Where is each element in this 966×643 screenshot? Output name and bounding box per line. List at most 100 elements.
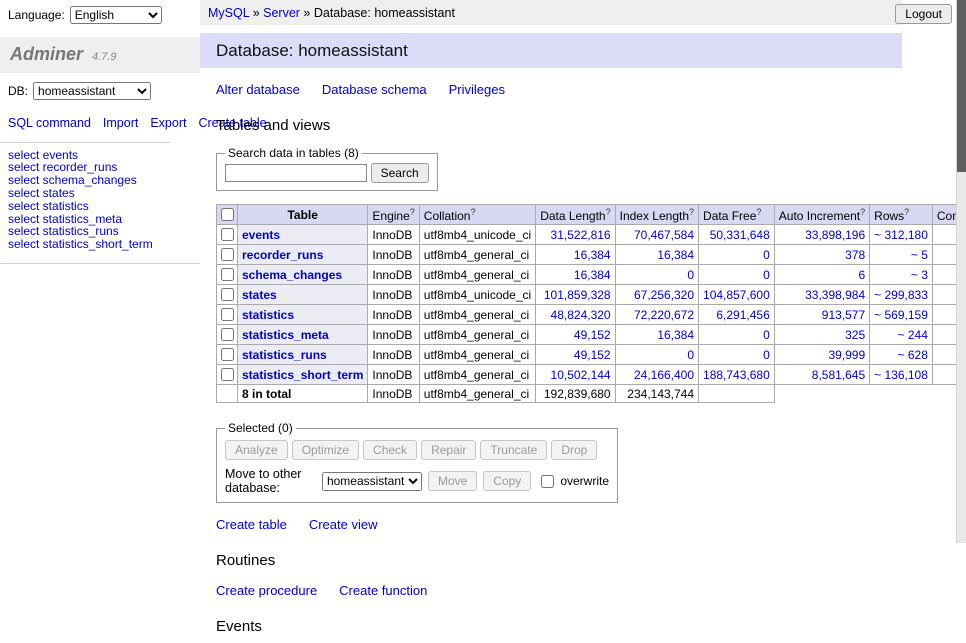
total-collation: utf8mb4_general_ci — [419, 385, 535, 403]
overwrite-checkbox[interactable] — [541, 475, 554, 488]
privileges-link[interactable]: Privileges — [449, 82, 505, 97]
sidebar-links: SQL commandImportExportCreate table — [0, 114, 170, 143]
help-icon[interactable]: ? — [904, 207, 909, 217]
cell-engine: InnoDB — [368, 325, 419, 345]
cell-index-length: 67,256,320 — [615, 285, 698, 305]
total-index-length: 234,143,744 — [615, 385, 698, 403]
search-button[interactable]: Search — [371, 163, 429, 183]
drop-button[interactable]: Drop — [551, 440, 597, 460]
table-row: statistics_metaInnoDButf8mb4_general_ci4… — [217, 325, 966, 345]
move-button[interactable]: Move — [428, 471, 477, 491]
row-check-cell — [217, 365, 238, 385]
cell-auto-increment: 33,398,984 — [774, 285, 869, 305]
table-link-statistics[interactable]: statistics — [242, 308, 294, 322]
row-checkbox-schema-changes[interactable] — [221, 268, 234, 281]
breadcrumb-current: Database: homeassistant — [314, 6, 455, 20]
db-select[interactable]: homeassistant — [33, 82, 151, 100]
row-checkbox-statistics-meta[interactable] — [221, 328, 234, 341]
breadcrumb-link-mysql[interactable]: MySQL — [208, 6, 249, 20]
table-link-statistics-meta[interactable]: statistics_meta — [242, 328, 329, 342]
create-view-link[interactable]: Create view — [309, 517, 378, 532]
tables-heading: Tables and views — [216, 117, 886, 134]
cell-data-length: 16,384 — [536, 245, 615, 265]
row-check-cell — [217, 345, 238, 365]
copy-button[interactable]: Copy — [483, 471, 531, 491]
table-link-states[interactable]: states — [242, 288, 277, 302]
cell-data-free: 188,743,680 — [699, 365, 775, 385]
help-icon[interactable]: ? — [689, 207, 694, 217]
cell-data-free: 0 — [699, 245, 775, 265]
check-button[interactable]: Check — [363, 440, 417, 460]
table-link-statistics-short-term[interactable]: statistics_short_term — [242, 368, 363, 382]
db-row: DB: homeassistant — [0, 73, 200, 110]
logo-name: Adminer — [10, 44, 83, 64]
sidebar-select-statistics-short-term[interactable]: select statistics_short_term — [8, 237, 153, 251]
cell-collation: utf8mb4_general_ci — [419, 265, 535, 285]
cell-rows: ~ 5 — [870, 245, 933, 265]
database-schema-link[interactable]: Database schema — [322, 82, 427, 97]
sidebar-link-export[interactable]: Export — [150, 116, 186, 130]
cell-collation: utf8mb4_unicode_ci — [419, 285, 535, 305]
cell-table-name: schema_changes — [238, 265, 368, 285]
cell-index-length: 16,384 — [615, 245, 698, 265]
breadcrumb: MySQL » Server » Database: homeassistant — [200, 0, 902, 25]
scrollbar-thumb[interactable] — [957, 0, 966, 172]
cell-index-length: 72,220,672 — [615, 305, 698, 325]
cell-rows: ~ 569,159 — [870, 305, 933, 325]
cell-collation: utf8mb4_general_ci — [419, 365, 535, 385]
sidebar-link-import[interactable]: Import — [103, 116, 138, 130]
cell-collation: utf8mb4_general_ci — [419, 245, 535, 265]
cell-rows: ~ 628 — [870, 345, 933, 365]
table-link-schema-changes[interactable]: schema_changes — [242, 268, 342, 282]
cell-auto-increment: 913,577 — [774, 305, 869, 325]
vertical-scrollbar[interactable] — [956, 0, 966, 543]
help-icon[interactable]: ? — [470, 207, 475, 217]
cell-engine: InnoDB — [368, 225, 419, 245]
row-checkbox-statistics-short-term[interactable] — [221, 368, 234, 381]
total-data-length: 192,839,680 — [536, 385, 615, 403]
cell-data-free: 0 — [699, 265, 775, 285]
move-db-select[interactable]: homeassistant — [322, 472, 422, 491]
select-all-checkbox[interactable] — [221, 208, 234, 221]
table-list: select eventsselect recorder_runsselect … — [0, 149, 200, 264]
table-link-events[interactable]: events — [242, 228, 280, 242]
optimize-button[interactable]: Optimize — [292, 440, 359, 460]
alter-database-link[interactable]: Alter database — [216, 82, 300, 97]
table-link-statistics-runs[interactable]: statistics_runs — [242, 348, 327, 362]
row-checkbox-recorder-runs[interactable] — [221, 248, 234, 261]
logout-button[interactable]: Logout — [895, 4, 952, 24]
row-checkbox-statistics[interactable] — [221, 308, 234, 321]
help-icon[interactable]: ? — [860, 207, 865, 217]
search-input[interactable] — [225, 164, 367, 182]
row-checkbox-states[interactable] — [221, 288, 234, 301]
col-header-rows: Rows? — [870, 205, 933, 225]
table-link-recorder-runs[interactable]: recorder_runs — [242, 248, 323, 262]
row-checkbox-events[interactable] — [221, 228, 234, 241]
sidebar-link-sql-command[interactable]: SQL command — [8, 116, 91, 130]
breadcrumb-link-server[interactable]: Server — [263, 6, 300, 20]
analyze-button[interactable]: Analyze — [225, 440, 288, 460]
col-header-index-length: Index Length? — [615, 205, 698, 225]
help-icon[interactable]: ? — [606, 207, 611, 217]
selected-legend: Selected (0) — [225, 421, 296, 435]
logo-version: 4.7.9 — [92, 51, 116, 63]
help-icon[interactable]: ? — [756, 207, 761, 217]
create-function-link[interactable]: Create function — [339, 583, 427, 598]
col-header-engine: Engine? — [368, 205, 419, 225]
row-check-cell — [217, 325, 238, 345]
cell-data-free: 0 — [699, 345, 775, 365]
create-table-link[interactable]: Create table — [216, 517, 287, 532]
cell-data-length: 31,522,816 — [536, 225, 615, 245]
table-row: statistics_runsInnoDButf8mb4_general_ci4… — [217, 345, 966, 365]
row-checkbox-statistics-runs[interactable] — [221, 348, 234, 361]
total-data-free — [699, 385, 775, 403]
create-procedure-link[interactable]: Create procedure — [216, 583, 317, 598]
help-icon[interactable]: ? — [410, 207, 415, 217]
truncate-button[interactable]: Truncate — [480, 440, 547, 460]
repair-button[interactable]: Repair — [421, 440, 476, 460]
cell-table-name: statistics — [238, 305, 368, 325]
language-select[interactable]: English — [70, 6, 162, 24]
table-operations: AnalyzeOptimizeCheckRepairTruncateDrop — [225, 440, 609, 460]
table-list-item: select statistics_short_term — [8, 238, 192, 251]
cell-index-length: 0 — [615, 345, 698, 365]
